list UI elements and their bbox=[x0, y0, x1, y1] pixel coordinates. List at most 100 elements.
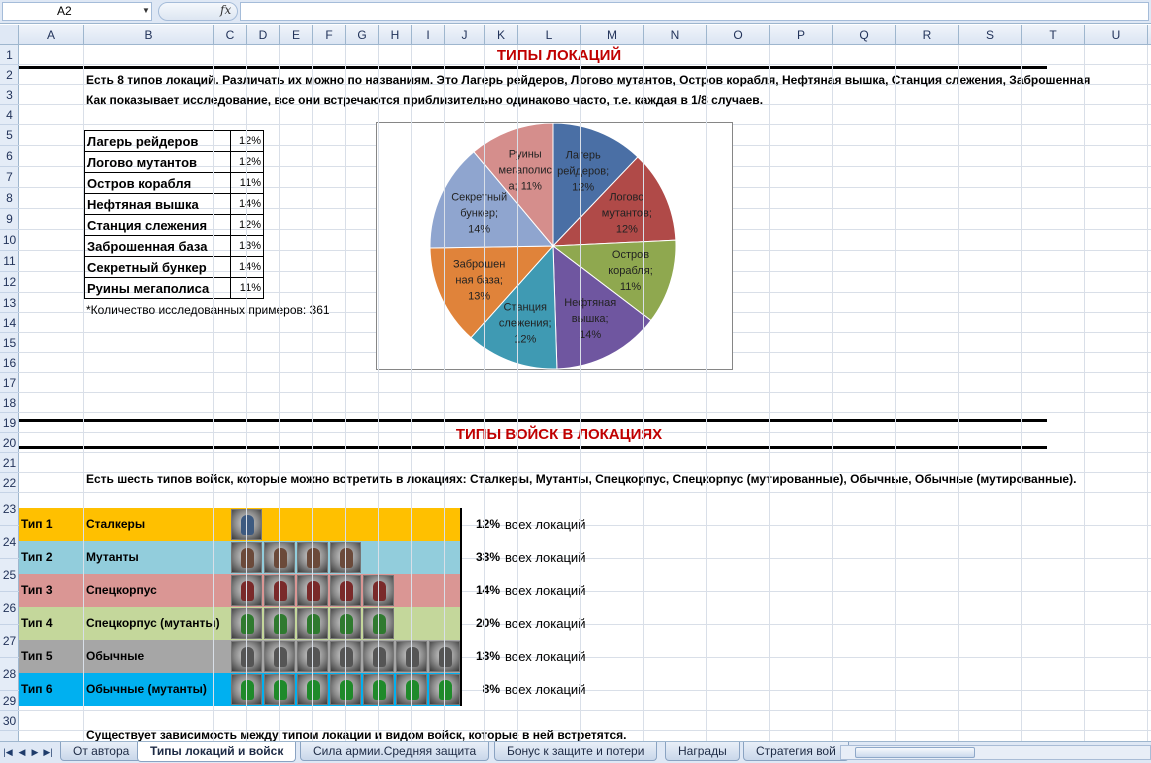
troop-type[interactable]: Тип 4 bbox=[19, 607, 84, 640]
last-sheet-icon[interactable]: ▶| bbox=[43, 745, 53, 759]
location-percent[interactable]: 12% bbox=[230, 130, 264, 152]
column-header-P[interactable]: P bbox=[770, 25, 833, 45]
row-header-18[interactable]: 18 bbox=[0, 393, 19, 413]
troop-name[interactable]: Обычные (мутанты) bbox=[84, 673, 229, 706]
worksheet-grid[interactable]: ТИПЫ ЛОКАЦИЙ Есть 8 типов локаций. Разли… bbox=[19, 45, 1151, 741]
troop-percent[interactable]: 33% bbox=[460, 541, 500, 574]
column-header-O[interactable]: O bbox=[707, 25, 770, 45]
column-header-L[interactable]: L bbox=[518, 25, 581, 45]
row-header-4[interactable]: 4 bbox=[0, 105, 19, 125]
location-percent[interactable]: 12% bbox=[230, 214, 264, 236]
row-header-26[interactable]: 26 bbox=[0, 592, 19, 625]
location-name[interactable]: Нефтяная вышка bbox=[84, 193, 231, 215]
troop-type[interactable]: Тип 6 bbox=[19, 673, 84, 706]
column-header-F[interactable]: F bbox=[313, 25, 346, 45]
column-header-S[interactable]: S bbox=[959, 25, 1022, 45]
troop-percent[interactable]: 12% bbox=[460, 508, 500, 541]
column-header-N[interactable]: N bbox=[644, 25, 707, 45]
sheet-tab[interactable]: Награды bbox=[665, 742, 740, 761]
column-header-I[interactable]: I bbox=[412, 25, 445, 45]
name-box-dropdown-icon[interactable]: ▼ bbox=[141, 3, 151, 18]
column-header-D[interactable]: D bbox=[247, 25, 280, 45]
troop-type[interactable]: Тип 1 bbox=[19, 508, 84, 541]
troop-type[interactable]: Тип 3 bbox=[19, 574, 84, 607]
location-name[interactable]: Секретный бункер bbox=[84, 256, 231, 278]
location-percent[interactable]: 11% bbox=[230, 172, 264, 194]
location-name[interactable]: Руины мегаполиса bbox=[84, 277, 231, 299]
location-percent[interactable]: 14% bbox=[230, 193, 264, 215]
location-name[interactable]: Заброшенная база bbox=[84, 235, 231, 257]
column-header-R[interactable]: R bbox=[896, 25, 959, 45]
troop-name[interactable]: Обычные bbox=[84, 640, 229, 673]
row-header-5[interactable]: 5 bbox=[0, 125, 19, 146]
sheet-tab[interactable]: Сила армии.Средняя защита bbox=[300, 742, 490, 761]
name-box[interactable]: A2 bbox=[2, 2, 152, 21]
row-header-1[interactable]: 1 bbox=[0, 45, 19, 65]
row-header-7[interactable]: 7 bbox=[0, 167, 19, 188]
row-header-28[interactable]: 28 bbox=[0, 658, 19, 691]
row-header-17[interactable]: 17 bbox=[0, 373, 19, 393]
row-header-9[interactable]: 9 bbox=[0, 209, 19, 230]
row-header-14[interactable]: 14 bbox=[0, 313, 19, 333]
location-name[interactable]: Лагерь рейдеров bbox=[84, 130, 231, 152]
row-header-23[interactable]: 23 bbox=[0, 493, 19, 526]
troop-type[interactable]: Тип 5 bbox=[19, 640, 84, 673]
locations-pie-chart[interactable]: Лагерь рейдеров; 12% Логово мутантов; 12% Остр… bbox=[376, 122, 733, 370]
select-all-corner[interactable] bbox=[0, 25, 19, 45]
row-header-22[interactable]: 22 bbox=[0, 473, 19, 493]
row-header-6[interactable]: 6 bbox=[0, 146, 19, 167]
row-header-10[interactable]: 10 bbox=[0, 230, 19, 251]
sheet-tab[interactable]: Стратегия вой bbox=[743, 742, 849, 761]
column-header-T[interactable]: T bbox=[1022, 25, 1085, 45]
row-header-20[interactable]: 20 bbox=[0, 433, 19, 453]
row-header-30[interactable]: 30 bbox=[0, 711, 19, 731]
row-header-13[interactable]: 13 bbox=[0, 293, 19, 313]
troop-name[interactable]: Спецкорпус (мутанты) bbox=[84, 607, 229, 640]
formula-input[interactable] bbox=[240, 2, 1149, 21]
troop-percent[interactable]: 20% bbox=[460, 607, 500, 640]
location-name[interactable]: Логово мутантов bbox=[84, 151, 231, 173]
row-header-8[interactable]: 8 bbox=[0, 188, 19, 209]
location-name[interactable]: Остров корабля bbox=[84, 172, 231, 194]
row-header-15[interactable]: 15 bbox=[0, 333, 19, 353]
next-sheet-icon[interactable]: ▶ bbox=[30, 745, 40, 759]
row-header-3[interactable]: 3 bbox=[0, 85, 19, 105]
column-header-C[interactable]: C bbox=[214, 25, 247, 45]
troop-type[interactable]: Тип 2 bbox=[19, 541, 84, 574]
scrollbar-thumb[interactable] bbox=[855, 747, 975, 758]
column-header-A[interactable]: A bbox=[19, 25, 84, 45]
column-header-H[interactable]: H bbox=[379, 25, 412, 45]
row-header-27[interactable]: 27 bbox=[0, 625, 19, 658]
insert-function-icon[interactable]: fx bbox=[220, 3, 231, 17]
sheet-tab[interactable]: Типы локаций и войск bbox=[137, 742, 297, 762]
row-header-25[interactable]: 25 bbox=[0, 559, 19, 592]
row-header-29[interactable]: 29 bbox=[0, 691, 19, 711]
sheet-tab[interactable]: От автора bbox=[60, 742, 143, 761]
prev-sheet-icon[interactable]: ◀ bbox=[17, 745, 27, 759]
row-header-12[interactable]: 12 bbox=[0, 272, 19, 293]
location-percent[interactable]: 14% bbox=[230, 256, 264, 278]
row-header-16[interactable]: 16 bbox=[0, 353, 19, 373]
horizontal-scrollbar[interactable] bbox=[840, 745, 1151, 760]
row-header-11[interactable]: 11 bbox=[0, 251, 19, 272]
column-header-J[interactable]: J bbox=[445, 25, 485, 45]
location-percent[interactable]: 13% bbox=[230, 235, 264, 257]
troop-name[interactable]: Спецкорпус bbox=[84, 574, 229, 607]
troop-percent[interactable]: 14% bbox=[460, 574, 500, 607]
troop-name[interactable]: Сталкеры bbox=[84, 508, 229, 541]
location-name[interactable]: Станция слежения bbox=[84, 214, 231, 236]
sheet-tab[interactable]: Бонус к защите и потери bbox=[494, 742, 658, 761]
troop-percent[interactable]: 13% bbox=[460, 640, 500, 673]
column-header-E[interactable]: E bbox=[280, 25, 313, 45]
troop-percent[interactable]: 8% bbox=[460, 673, 500, 706]
column-header-K[interactable]: K bbox=[485, 25, 518, 45]
first-sheet-icon[interactable]: |◀ bbox=[3, 745, 13, 759]
column-header-U[interactable]: U bbox=[1085, 25, 1148, 45]
location-percent[interactable]: 11% bbox=[230, 277, 264, 299]
location-percent[interactable]: 12% bbox=[230, 151, 264, 173]
row-header-24[interactable]: 24 bbox=[0, 526, 19, 559]
column-header-M[interactable]: M bbox=[581, 25, 644, 45]
row-header-2[interactable]: 2 bbox=[0, 65, 19, 85]
column-header-G[interactable]: G bbox=[346, 25, 379, 45]
column-header-B[interactable]: B bbox=[84, 25, 214, 45]
